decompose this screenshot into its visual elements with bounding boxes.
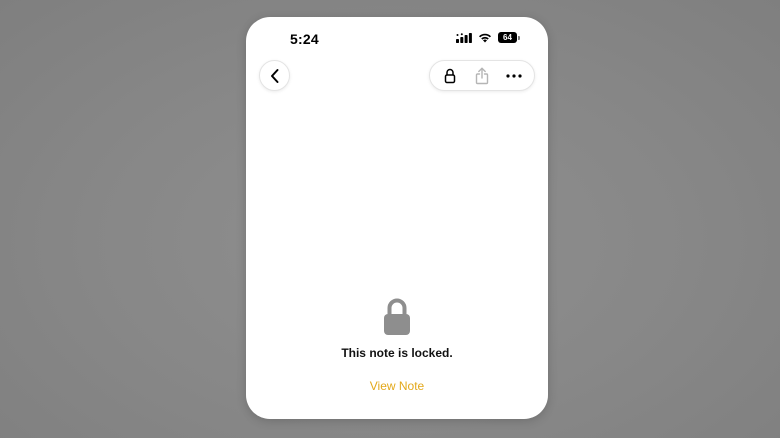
locked-note-panel: This note is locked. View Note (246, 297, 548, 395)
signal-icon (456, 32, 472, 43)
more-button[interactable] (500, 62, 528, 90)
status-icons: 64 (456, 32, 520, 43)
battery-level: 64 (498, 32, 517, 43)
battery-icon: 64 (498, 32, 520, 43)
battery-cap (518, 35, 520, 40)
toolbar-group (429, 60, 535, 91)
status-bar: 5:24 64 (246, 17, 548, 61)
lock-icon (384, 298, 410, 335)
lock-icon (444, 68, 456, 83)
lock-button[interactable] (436, 62, 464, 90)
back-button[interactable] (259, 60, 290, 91)
status-time: 5:24 (290, 31, 319, 47)
share-icon (475, 67, 489, 84)
view-note-button[interactable]: View Note (370, 379, 424, 393)
share-button[interactable] (468, 62, 496, 90)
more-icon (506, 73, 522, 78)
notes-screen: 5:24 64 This note is locked. View Note (246, 17, 548, 419)
chevron-left-icon (270, 68, 278, 83)
wifi-icon (479, 33, 491, 42)
locked-message: This note is locked. (341, 346, 453, 360)
nav-bar (246, 59, 548, 93)
